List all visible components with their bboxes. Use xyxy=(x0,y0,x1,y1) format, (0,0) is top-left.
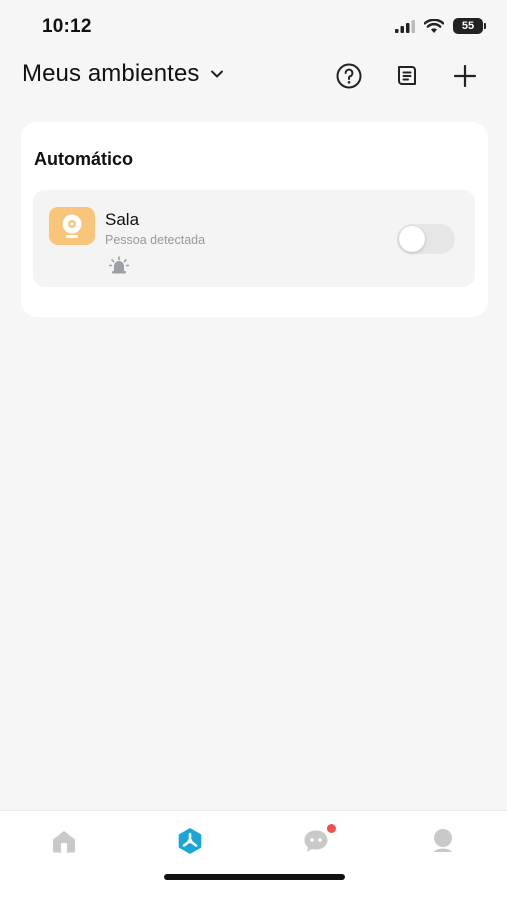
cellular-signal-icon xyxy=(395,20,415,33)
screen: 10:12 55 Meus ambientes Automático Sala … xyxy=(0,0,507,900)
log-icon xyxy=(398,66,416,85)
nav-messages[interactable] xyxy=(300,824,336,857)
battery-level: 55 xyxy=(461,20,475,32)
header: Meus ambientes xyxy=(0,56,507,98)
toggle-knob xyxy=(399,226,425,252)
wifi-icon xyxy=(424,18,444,33)
scene-toggle[interactable] xyxy=(397,224,455,254)
chevron-down-icon xyxy=(210,70,223,78)
messages-icon xyxy=(304,830,328,852)
scene-trigger: Pessoa detectada xyxy=(105,233,206,247)
environment-selector[interactable]: Meus ambientes xyxy=(22,60,224,88)
log-button[interactable] xyxy=(393,62,421,90)
status-bar: 10:12 55 xyxy=(0,0,507,52)
profile-icon xyxy=(434,829,452,852)
status-indicators: 55 xyxy=(395,18,486,34)
scene-name: Sala xyxy=(105,210,140,229)
alarm-icon xyxy=(109,256,129,274)
notification-dot xyxy=(327,824,336,833)
nav-scenes[interactable] xyxy=(174,825,206,857)
section-title: Automático xyxy=(34,149,133,169)
automation-card: Automático Sala Pessoa detectada xyxy=(21,122,488,317)
header-actions xyxy=(335,62,479,90)
nav-profile[interactable] xyxy=(427,825,459,857)
plus-icon xyxy=(453,64,477,88)
scene-item[interactable]: Sala Pessoa detectada xyxy=(33,190,475,287)
page-title: Meus ambientes xyxy=(22,60,200,87)
nav-home[interactable] xyxy=(48,825,80,857)
status-time: 10:12 xyxy=(42,16,92,37)
help-button[interactable] xyxy=(335,62,363,90)
scene-icon xyxy=(49,207,95,245)
home-indicator xyxy=(164,874,345,880)
help-icon xyxy=(336,63,362,89)
bottom-nav xyxy=(0,810,507,900)
camera-icon xyxy=(62,214,82,238)
scenes-icon xyxy=(178,828,202,854)
battery-indicator: 55 xyxy=(453,18,486,34)
add-button[interactable] xyxy=(451,62,479,90)
home-icon xyxy=(53,831,75,853)
